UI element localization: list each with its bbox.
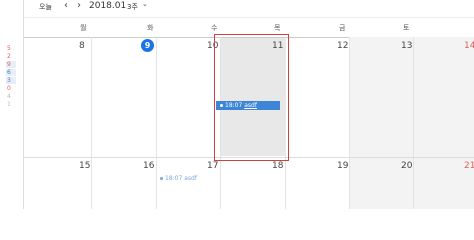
- event-time: 18:07: [165, 175, 183, 182]
- weekday-label: 금: [339, 24, 346, 32]
- weekend-column: [414, 37, 474, 209]
- mini-date[interactable]: 5: [7, 45, 11, 52]
- chevron-down-icon[interactable]: ⌄: [142, 0, 148, 8]
- event-dot-icon: [160, 177, 163, 180]
- mini-date[interactable]: 2: [7, 53, 11, 60]
- prev-arrow-icon[interactable]: ‹: [64, 0, 68, 11]
- grid-line: [91, 37, 92, 209]
- day-number[interactable]: 8: [79, 41, 85, 51]
- view-select[interactable]: 3주: [127, 2, 138, 12]
- day-number[interactable]: 21: [464, 161, 474, 171]
- next-arrow-icon[interactable]: ›: [77, 0, 81, 11]
- event-title: asdf: [184, 175, 197, 182]
- weekday-label: 토: [403, 24, 410, 32]
- weekday-label: 수: [211, 24, 218, 32]
- day-number[interactable]: 20: [401, 161, 412, 171]
- day-number[interactable]: 13: [401, 41, 412, 51]
- mini-calendar-sidebar: 5 2 9 6 3 0 4 1: [0, 0, 24, 209]
- today-marker[interactable]: 9: [141, 39, 154, 52]
- weekday-label: 화: [147, 24, 154, 32]
- weekday-label: 목: [274, 24, 281, 32]
- mini-date[interactable]: 3: [7, 77, 11, 84]
- grid-line: [349, 37, 350, 209]
- current-month-label: 2018.01: [89, 1, 127, 11]
- day-number[interactable]: 16: [143, 161, 154, 171]
- day-number[interactable]: 12: [337, 41, 348, 51]
- weekday-label: 월: [80, 24, 87, 32]
- day-number[interactable]: 18: [272, 161, 283, 171]
- weekend-column: [349, 37, 413, 209]
- event-drag-preview: 18:07 asdf: [160, 175, 197, 182]
- day-number[interactable]: 15: [79, 161, 90, 171]
- mini-date[interactable]: 6: [7, 69, 11, 76]
- calendar-toolbar: 오늘 ‹ › 2018.01 3주 ⌄: [24, 0, 474, 14]
- mini-date[interactable]: 0: [7, 85, 11, 92]
- day-number[interactable]: 14: [464, 41, 474, 51]
- grid-line: [156, 37, 157, 209]
- today-button[interactable]: 오늘: [39, 2, 52, 12]
- highlight-annotation-box: [214, 34, 289, 161]
- day-number[interactable]: 19: [337, 161, 348, 171]
- grid-line: [413, 37, 414, 209]
- mini-date[interactable]: 4: [7, 93, 11, 100]
- mini-date[interactable]: 9: [7, 61, 11, 68]
- day-number[interactable]: 17: [207, 161, 218, 171]
- mini-date[interactable]: 1: [7, 101, 11, 108]
